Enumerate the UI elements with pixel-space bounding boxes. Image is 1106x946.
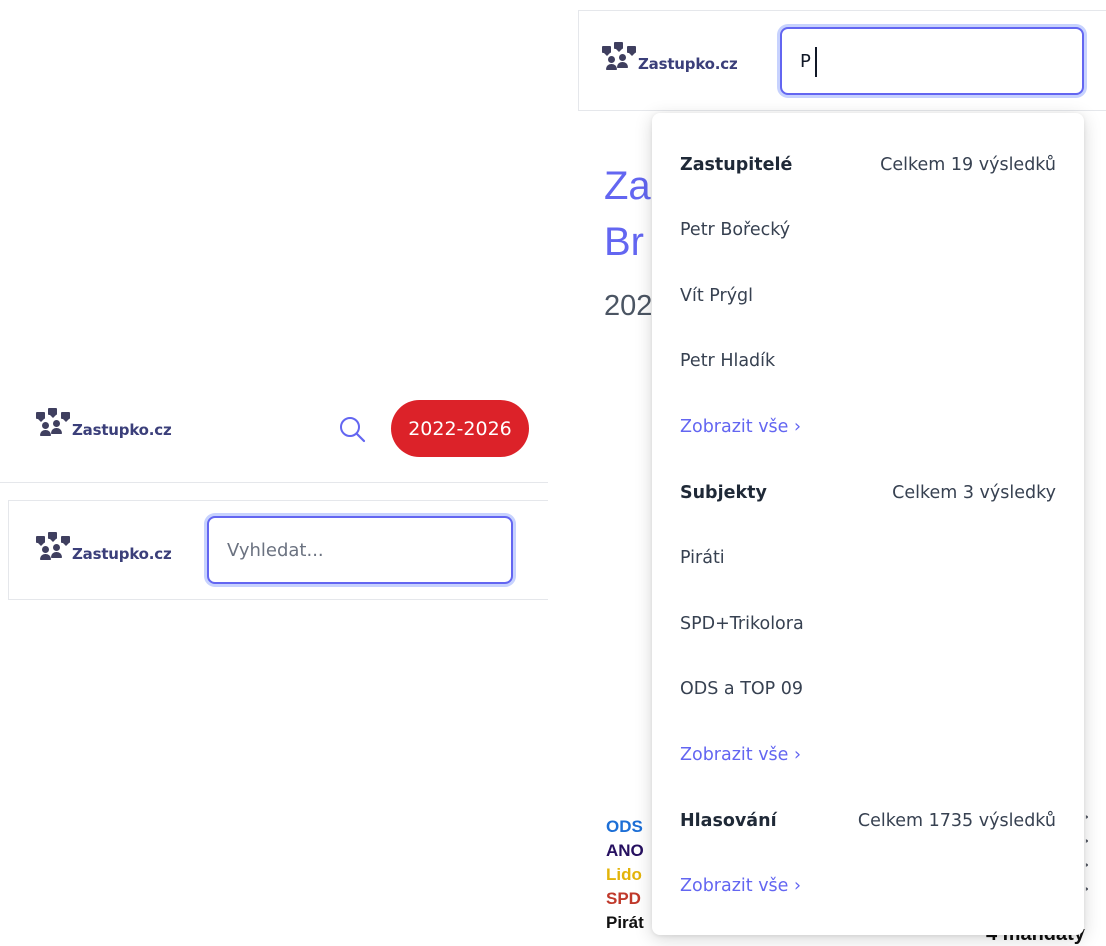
section-title-hlasovani: Hlasování <box>680 811 777 831</box>
search-icon <box>340 417 366 443</box>
party-label: ANO <box>606 841 644 860</box>
section-count: Celkem 1735 výsledků <box>857 811 1056 831</box>
section-count: Celkem 3 výsledky <box>892 483 1056 503</box>
term-selector-button[interactable]: 2022-2026 <box>391 400 529 457</box>
section-count: Celkem 19 výsledků <box>880 155 1056 175</box>
party-label: Pirát <box>606 913 644 932</box>
logo-people-icon <box>36 532 74 562</box>
party-label: Lido <box>606 865 642 884</box>
search-input-active[interactable] <box>780 27 1084 95</box>
brand-logo[interactable]: Zastupko.cz <box>36 532 172 562</box>
party-label: SPD <box>606 889 641 908</box>
brand-logo[interactable]: Zastupko.cz <box>602 42 738 72</box>
page-subtitle: 202 <box>604 290 653 322</box>
search-results-dropdown: Zastupitelé Celkem 19 výsledků Petr Boře… <box>652 113 1084 935</box>
logo-text: Zastupko.cz <box>72 545 172 563</box>
result-item[interactable]: ODS a TOP 09 <box>680 679 803 699</box>
logo-text: Zastupko.cz <box>638 55 738 73</box>
result-item[interactable]: SPD+Trikolora <box>680 614 804 634</box>
show-all-link[interactable]: Zobrazit vše › <box>680 876 801 896</box>
show-all-link[interactable]: Zobrazit vše › <box>680 745 801 765</box>
text-caret <box>815 47 817 77</box>
search-button[interactable] <box>334 412 370 448</box>
row-end-mark: ʾ <box>1084 861 1090 880</box>
row-end-mark: ʾ <box>1084 885 1090 904</box>
show-all-link[interactable]: Zobrazit vše › <box>680 417 801 437</box>
logo-people-icon <box>36 408 74 438</box>
result-item[interactable]: Vít Prýgl <box>680 286 753 306</box>
party-label: ODS <box>606 817 643 836</box>
result-item[interactable]: Piráti <box>680 548 725 568</box>
page-title-line1: Za <box>604 164 651 208</box>
logo-text: Zastupko.cz <box>72 421 172 439</box>
row-end-mark: ʾ <box>1084 813 1090 832</box>
result-item[interactable]: Petr Hladík <box>680 351 775 371</box>
logo-people-icon <box>602 42 640 72</box>
result-item[interactable]: Petr Bořecký <box>680 220 790 240</box>
search-input[interactable] <box>207 516 513 584</box>
row-end-mark: ʾ <box>1084 837 1090 856</box>
page-title-line2: Br <box>604 220 644 264</box>
brand-logo[interactable]: Zastupko.cz <box>36 408 172 438</box>
section-title-subjekty: Subjekty <box>680 483 767 503</box>
section-title-zastupitele: Zastupitelé <box>680 155 793 175</box>
